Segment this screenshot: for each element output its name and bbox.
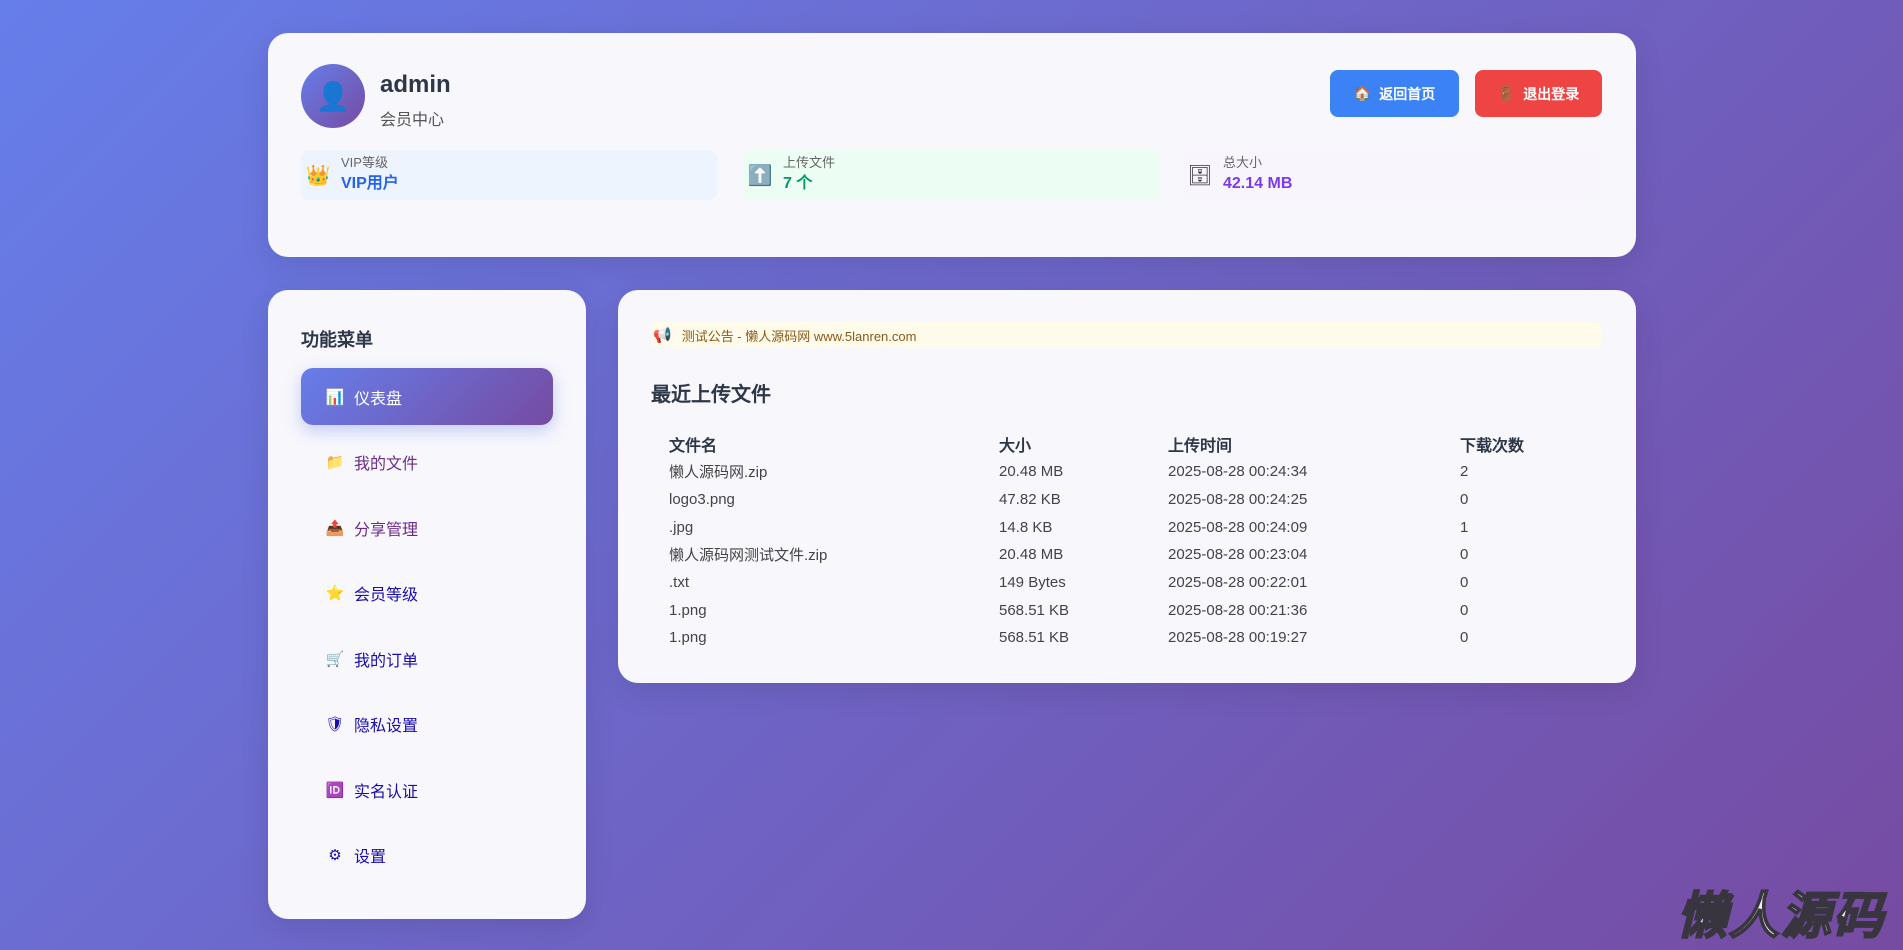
file-name: .txt — [669, 574, 690, 592]
person-icon: 👤 — [315, 80, 351, 112]
file-name: .jpg — [669, 518, 694, 536]
sidebar-item-share-management[interactable]: 📤 分享管理 — [301, 499, 553, 556]
column-header-upload-time: 上传时间 — [1168, 438, 1233, 455]
announcement-bar: 📢 测试公告 - 懒人源码网 www.5lanren.com — [651, 322, 1602, 348]
file-name: 懒人源码网.zip — [669, 464, 768, 482]
sidebar-item-my-orders[interactable]: 🛒 我的订单 — [301, 630, 553, 687]
download-count: 0 — [1460, 574, 1469, 592]
file-name: 1.png — [669, 629, 707, 647]
sidebar-item-label: 设置 — [354, 849, 387, 866]
file-size: 14.8 KB — [999, 518, 1053, 536]
upload-time: 2025-08-28 00:24:09 — [1168, 518, 1308, 536]
upload-time: 2025-08-28 00:24:34 — [1168, 463, 1308, 481]
table-row: 懒人源码网.zip 20.48 MB 2025-08-28 00:24:34 2 — [651, 458, 1602, 486]
crown-icon: 👑 — [305, 164, 331, 187]
column-header-size: 大小 — [999, 438, 1032, 455]
share-upload-icon: 📤 — [325, 519, 345, 537]
main-panel: 📢 测试公告 - 懒人源码网 www.5lanren.com 最近上传文件 文件名… — [618, 290, 1636, 683]
sidebar-item-label: 隐私设置 — [354, 718, 419, 735]
download-count: 0 — [1460, 629, 1469, 647]
sidebar-title: 功能菜单 — [301, 330, 373, 350]
cart-icon: 🛒 — [325, 650, 345, 668]
sidebar-menu: 📊 仪表盘 📁 我的文件 📤 分享管理 ⭐ 会员等级 🛒 我的订单 🛡 隐私设置 🆔 实名认证… — [301, 368, 553, 892]
door-icon: 🚪 — [1497, 85, 1516, 101]
stat-total-size: 🗄 总大小 42.14 MB — [1183, 150, 1599, 200]
avatar: 👤 — [301, 64, 365, 128]
table-row: .jpg 14.8 KB 2025-08-28 00:24:09 1 — [651, 513, 1602, 541]
table-row: 懒人源码网测试文件.zip 20.48 MB 2025-08-28 00:23:04… — [651, 541, 1602, 569]
storage-icon: 🗄 — [1187, 164, 1213, 187]
file-size: 20.48 MB — [999, 463, 1064, 481]
file-size: 568.51 KB — [999, 629, 1070, 647]
download-count: 2 — [1460, 463, 1469, 481]
upload-time: 2025-08-28 00:22:01 — [1168, 574, 1308, 592]
download-count: 1 — [1460, 518, 1469, 536]
user-subtitle: 会员中心 — [380, 112, 445, 129]
username: admin — [380, 71, 451, 98]
stat-uploaded-files: ⬆️ 上传文件 7 个 — [743, 150, 1159, 200]
megaphone-icon: 📢 — [653, 327, 672, 344]
sidebar-item-label: 会员等级 — [354, 587, 419, 604]
upload-arrow-icon: ⬆️ — [747, 164, 773, 187]
download-count: 0 — [1460, 601, 1469, 619]
chart-icon: 📊 — [325, 388, 345, 406]
gear-icon: ⚙ — [328, 847, 342, 864]
house-icon: 🏠 — [1353, 85, 1372, 101]
section-title: 最近上传文件 — [651, 384, 771, 406]
column-header-filename: 文件名 — [669, 438, 718, 455]
stat-label: 总大小 — [1223, 155, 1263, 170]
table-row: 1.png 568.51 KB 2025-08-28 00:21:36 0 — [651, 596, 1602, 624]
sidebar-item-label: 实名认证 — [354, 783, 419, 801]
home-button[interactable]: 🏠 返回首页 — [1330, 70, 1459, 117]
stat-label: 上传文件 — [783, 155, 836, 170]
id-icon: 🆔 — [325, 781, 345, 799]
file-size: 47.82 KB — [999, 491, 1061, 509]
table-row: logo3.png 47.82 KB 2025-08-28 00:24:25 0 — [651, 486, 1602, 514]
upload-time: 2025-08-28 00:23:04 — [1168, 546, 1308, 564]
watermark-logo: 懒人源码 — [1676, 887, 1885, 945]
sidebar-item-privacy-settings[interactable]: 🛡 隐私设置 — [301, 696, 553, 753]
sidebar-item-label: 我的文件 — [354, 456, 419, 473]
sidebar-item-settings[interactable]: ⚙ 设置 — [301, 827, 553, 884]
upload-time: 2025-08-28 00:24:25 — [1168, 491, 1308, 509]
file-name: 懒人源码网测试文件.zip — [669, 547, 828, 565]
sidebar: 功能菜单 📊 仪表盘 📁 我的文件 📤 分享管理 ⭐ 会员等级 🛒 我的订单 🛡 隐私设置 … — [268, 290, 586, 919]
download-count: 0 — [1460, 491, 1469, 509]
sidebar-item-label: 仪表盘 — [354, 390, 403, 408]
file-size: 568.51 KB — [999, 601, 1070, 619]
file-name: 1.png — [669, 601, 707, 619]
stat-label: VIP等级 — [341, 155, 388, 170]
column-header-downloads: 下载次数 — [1460, 438, 1525, 455]
sidebar-item-label: 我的订单 — [354, 652, 419, 670]
home-button-label: 返回首页 — [1379, 85, 1436, 102]
sidebar-item-identity-verification[interactable]: 🆔 实名认证 — [301, 761, 553, 818]
logout-button[interactable]: 🚪 退出登录 — [1475, 70, 1602, 117]
file-size: 20.48 MB — [999, 546, 1064, 564]
download-count: 0 — [1460, 546, 1469, 564]
table-row: 1.png 568.51 KB 2025-08-28 00:19:27 0 — [651, 624, 1602, 652]
announcement-text: 测试公告 - 懒人源码网 www.5lanren.com — [681, 328, 917, 344]
file-size: 149 Bytes — [999, 574, 1066, 592]
shield-icon: 🛡 — [325, 716, 345, 733]
star-icon: ⭐ — [325, 585, 345, 602]
table-header-row: 文件名 大小 上传时间 下载次数 — [651, 430, 1602, 458]
folder-icon: 📁 — [325, 454, 345, 471]
stat-vip-level: 👑 VIP等级 VIP用户 — [301, 150, 717, 200]
stat-value: 42.14 MB — [1223, 175, 1293, 192]
sidebar-item-my-files[interactable]: 📁 我的文件 — [301, 434, 553, 491]
table-row: .txt 149 Bytes 2025-08-28 00:22:01 0 — [651, 569, 1602, 597]
recent-files-table: 文件名 大小 上传时间 下载次数 懒人源码网.zip 20.48 MB 2025-0… — [651, 430, 1602, 652]
upload-time: 2025-08-28 00:21:36 — [1168, 601, 1308, 619]
logout-button-label: 退出登录 — [1523, 85, 1580, 102]
sidebar-item-membership-level[interactable]: ⭐ 会员等级 — [301, 565, 553, 622]
file-name: logo3.png — [669, 491, 735, 509]
sidebar-item-dashboard[interactable]: 📊 仪表盘 — [301, 368, 553, 425]
profile-header-card: 👤 admin 会员中心 🏠 返回首页 🚪 退出登录 👑 VIP等级 VIP用户 ⬆️… — [268, 33, 1636, 257]
sidebar-item-label: 分享管理 — [354, 521, 419, 539]
stat-value: VIP用户 — [341, 175, 399, 192]
stat-value: 7 个 — [783, 175, 813, 192]
upload-time: 2025-08-28 00:19:27 — [1168, 629, 1308, 647]
